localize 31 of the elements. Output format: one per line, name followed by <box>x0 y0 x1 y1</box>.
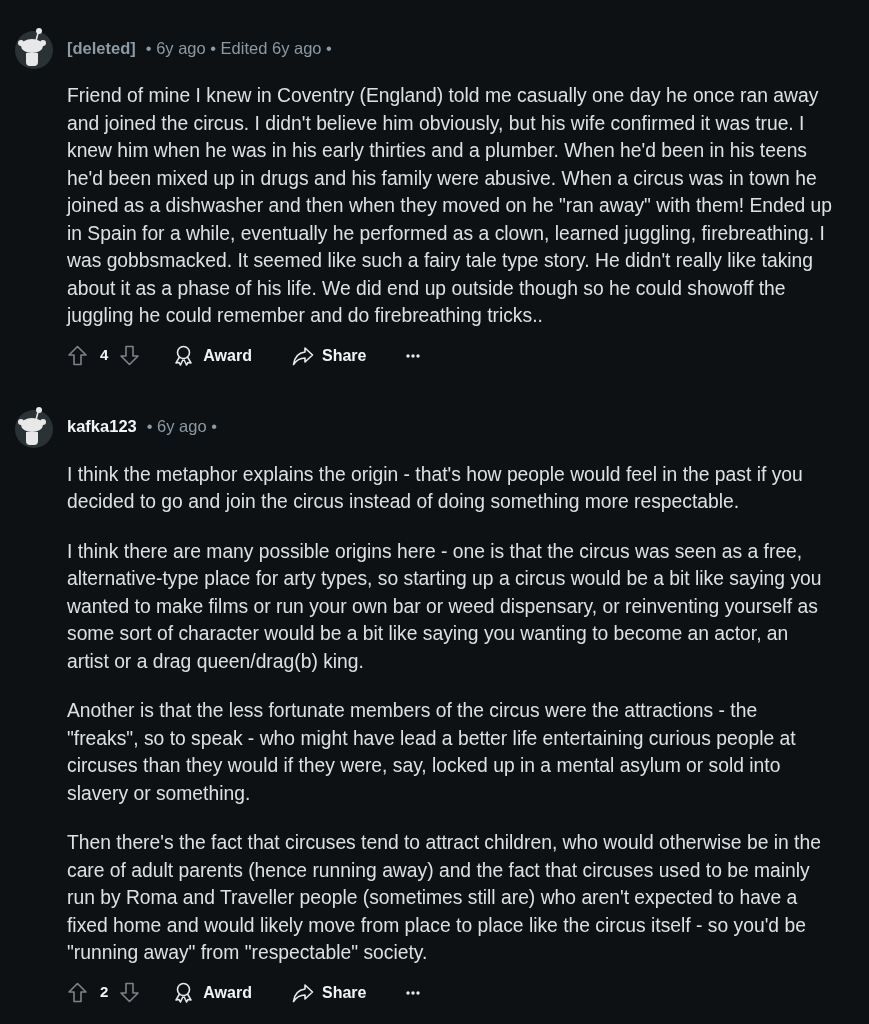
ribbon-icon <box>173 345 195 366</box>
award-button[interactable]: Award <box>173 980 252 1005</box>
up-arrow-icon <box>67 982 88 1003</box>
upvote-button[interactable] <box>67 982 88 1003</box>
ribbon-icon <box>173 982 195 1003</box>
upvote-button[interactable] <box>67 345 88 366</box>
comment-paragraph: Friend of mine I knew in Coventry (England) told me casually one day he once ran away and joined the circus. I didn't believe him obviously, but his wife confirmed it was true. I knew him when he was in his early thirties and a plumber. When he'd been in his teens he'd been mixed up in drugs and his family were abusive. When a circus was in town he joined as a dishwasher and then when they moved on he "ran away" with them! Ended up in Spain for a while, eventually he performed as a clown, learned juggling, firebreathing. I was gobbsmacked. It seemed like such a fairy tale type story. He didn't really like taking about it as a phase of his life. We did end up outside though so he could showoff the juggling he could remember and do firebreathing tricks.. <box>67 84 833 328</box>
share-icon <box>291 982 314 1003</box>
comment-paragraph: Another is that the less fortunate members of the circus were the attractions - the "freaks", so to speak - who might have lead a better life entertaining curious people at circuses than they would if they were, say, locked up in a mental asylum or sold into slavery or something. <box>67 699 797 806</box>
avatar-icon <box>14 27 54 69</box>
down-arrow-icon <box>119 982 141 1003</box>
award-button[interactable]: Award <box>173 343 252 368</box>
comment-paragraph: I think there are many possible origins here - one is that the circus was seen as a free, alternative-type place for arty types, so starting up a circus would be a bit like saying you wanted to make films or run your own bar or weed dispensary, or reinventing yourself as some sort of character would be a bit like saying you wanting to become an actor, an artist or a drag queen/drag(b) king. <box>67 539 823 674</box>
share-button[interactable]: Share <box>291 980 367 1005</box>
more-icon <box>406 990 421 995</box>
share-button[interactable]: Share <box>291 343 367 368</box>
avatar-icon <box>14 405 54 448</box>
comment-meta: • 6y ago • <box>146 416 217 438</box>
vote-count: 2 <box>100 982 109 1003</box>
vote-count: 4 <box>100 345 109 366</box>
username-link[interactable]: kafka123 <box>67 414 137 439</box>
comment-paragraph: I think the metaphor explains the origin - that's how people would feel in the past if you decided to go and join the circus instead of doing something more respectable. <box>67 462 804 514</box>
downvote-button[interactable] <box>119 982 141 1003</box>
downvote-button[interactable] <box>119 345 141 366</box>
down-arrow-icon <box>119 345 141 366</box>
comment-paragraph: Then there's the fact that circuses tend to attract children, who would otherwise be in the care of adult parents (hence running away) and the fact that circuses used to be mainly run by Roma and Traveller people (sometimes still are) who aren't expected to have a fixed home and would likely move from place to place like the circus itself - so you'd be "running away" from "respectable" society. <box>67 831 822 965</box>
more-icon <box>406 353 421 358</box>
up-arrow-icon <box>67 345 88 366</box>
username-link[interactable]: [deleted] <box>67 35 136 61</box>
share-icon <box>291 345 314 366</box>
comment-meta: • 6y ago • Edited 6y ago • <box>145 37 332 59</box>
